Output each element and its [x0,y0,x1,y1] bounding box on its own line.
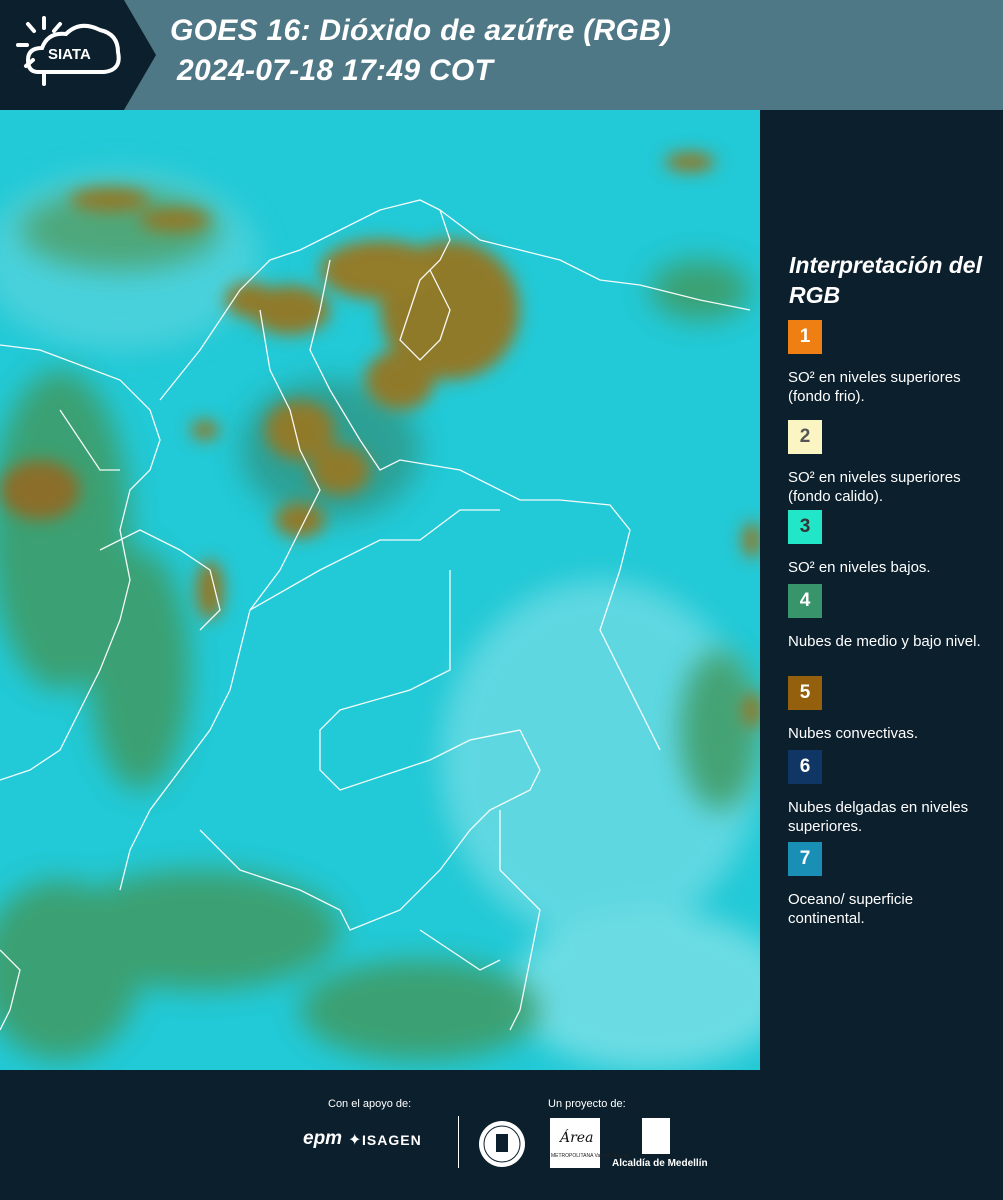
legend-item-2: 2 SO² en niveles superiores (fondo calid… [788,420,988,506]
map-timestamp: 2024-07-18 17:49 COT [177,54,494,87]
area-logo-word: Área [560,1130,594,1146]
logo-text: SIATA [48,46,91,63]
legend-label-4: Nubes de medio y bajo nivel. [788,633,981,650]
legend-label-2: SO² en niveles superiores (fondo calido)… [788,469,961,505]
legend-item-3: 3 SO² en niveles bajos. [788,510,988,577]
legend-number-5: 5 [799,682,811,703]
legend-number-2: 2 [799,426,811,447]
legend-number-7: 7 [799,848,811,869]
legend-swatch-4: 4 [788,584,822,618]
satellite-map [0,110,760,1070]
medellin-seal-icon [479,1121,525,1167]
legend-number-4: 4 [799,590,811,611]
rgb-imagery [0,110,760,1070]
legend-swatch-5: 5 [788,676,822,710]
legend-title: Interpretación del RGB [789,252,982,308]
alcaldia-label: Alcaldía de Medellín [612,1158,708,1169]
isagen-icon: ✦ [348,1132,362,1149]
isagen-logo: ISAGEN [362,1132,422,1148]
project-label: Un proyecto de: [548,1098,626,1110]
legend-item-1: 1 SO² en niveles superiores (fondo frio)… [788,320,988,406]
legend-item-5: 5 Nubes convectivas. [788,676,988,743]
header-bar: SIATA GOES 16: Dióxido de azúfre (RGB) 2… [0,0,1003,110]
legend-number-6: 6 [799,756,811,777]
legend-swatch-2: 2 [788,420,822,454]
legend-label-7: Oceano/ superficie continental. [788,891,914,927]
map-title: GOES 16: Dióxido de azúfre (RGB) [170,14,672,47]
legend-label-5: Nubes convectivas. [788,725,919,742]
epm-logo: epm [303,1128,343,1149]
legend-swatch-6: 6 [788,750,822,784]
legend-label-1: SO² en niveles superiores (fondo frio). [788,369,961,405]
legend-item-6: 6 Nubes delgadas en niveles superiores. [788,750,988,836]
footer-bar: Con el apoyo de: Un proyecto de: epm ✦ I… [0,1070,1003,1200]
legend-number-1: 1 [799,326,811,347]
siata-logo: SIATA [0,0,156,110]
legend-number-3: 3 [799,516,811,537]
legend-item-4: 4 Nubes de medio y bajo nivel. [788,584,988,651]
legend-panel: Interpretación del RGB 1 SO² en niveles … [760,110,1003,1070]
legend-label-6: Nubes delgadas en niveles superiores. [788,799,969,835]
legend-item-7: 7 Oceano/ superficie continental. [788,842,988,928]
footer-divider [458,1116,459,1168]
legend-swatch-7: 7 [788,842,822,876]
legend-swatch-3: 3 [788,510,822,544]
legend-label-3: SO² en niveles bajos. [788,559,931,576]
legend-swatch-1: 1 [788,320,822,354]
alcaldia-crest-icon [642,1118,670,1154]
support-label: Con el apoyo de: [328,1098,412,1110]
